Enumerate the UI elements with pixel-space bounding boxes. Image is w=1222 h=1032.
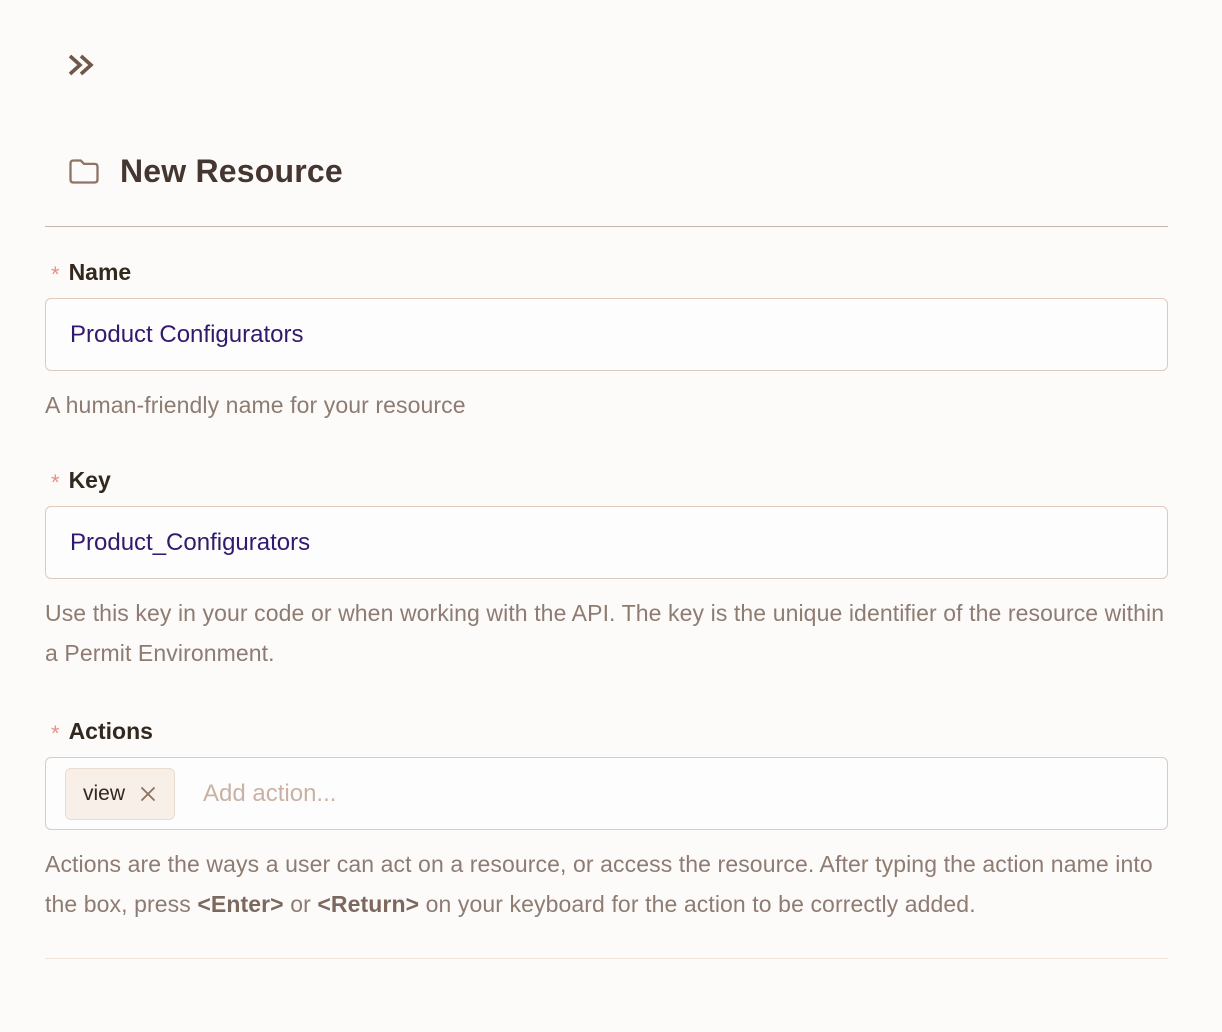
key-field-group: * Key Use this key in your code or when …	[45, 467, 1168, 673]
name-field-label: * Name	[51, 259, 1168, 289]
x-icon	[139, 785, 157, 803]
enter-key-hint: <Enter>	[197, 891, 283, 917]
required-asterisk: *	[51, 721, 60, 747]
remove-action-tag-button[interactable]	[137, 783, 159, 805]
key-field-label: * Key	[51, 467, 1168, 497]
actions-help-after: on your keyboard for the action to be co…	[419, 891, 976, 917]
key-label-text: Key	[69, 467, 111, 494]
action-tag-view: view	[65, 768, 175, 820]
required-asterisk: *	[51, 470, 60, 496]
double-chevron-right-icon	[66, 51, 96, 79]
page-header: New Resource	[68, 148, 1168, 194]
actions-field-group: * Actions view Actions are the ways a us…	[45, 718, 1168, 924]
key-help-text: Use this key in your code or when workin…	[45, 593, 1168, 673]
header-divider	[45, 226, 1168, 227]
actions-help-text: Actions are the ways a user can act on a…	[45, 844, 1168, 924]
page-title: New Resource	[120, 153, 343, 190]
actions-field-label: * Actions	[51, 718, 1168, 748]
new-resource-panel: New Resource * Name A human-friendly nam…	[0, 0, 1222, 959]
name-label-text: Name	[69, 259, 132, 286]
actions-help-middle: or	[284, 891, 318, 917]
actions-label-text: Actions	[69, 718, 153, 745]
name-field-group: * Name A human-friendly name for your re…	[45, 259, 1168, 425]
name-input[interactable]	[45, 298, 1168, 371]
collapse-sidebar-button[interactable]	[66, 50, 96, 80]
folder-icon	[68, 158, 99, 185]
return-key-hint: <Return>	[317, 891, 419, 917]
required-asterisk: *	[51, 262, 60, 288]
key-input[interactable]	[45, 506, 1168, 579]
name-help-text: A human-friendly name for your resource	[45, 385, 1168, 425]
footer-divider	[45, 958, 1168, 959]
action-tag-label: view	[83, 782, 125, 806]
add-action-input[interactable]	[201, 779, 1155, 809]
actions-tag-input-box[interactable]: view	[45, 757, 1168, 830]
